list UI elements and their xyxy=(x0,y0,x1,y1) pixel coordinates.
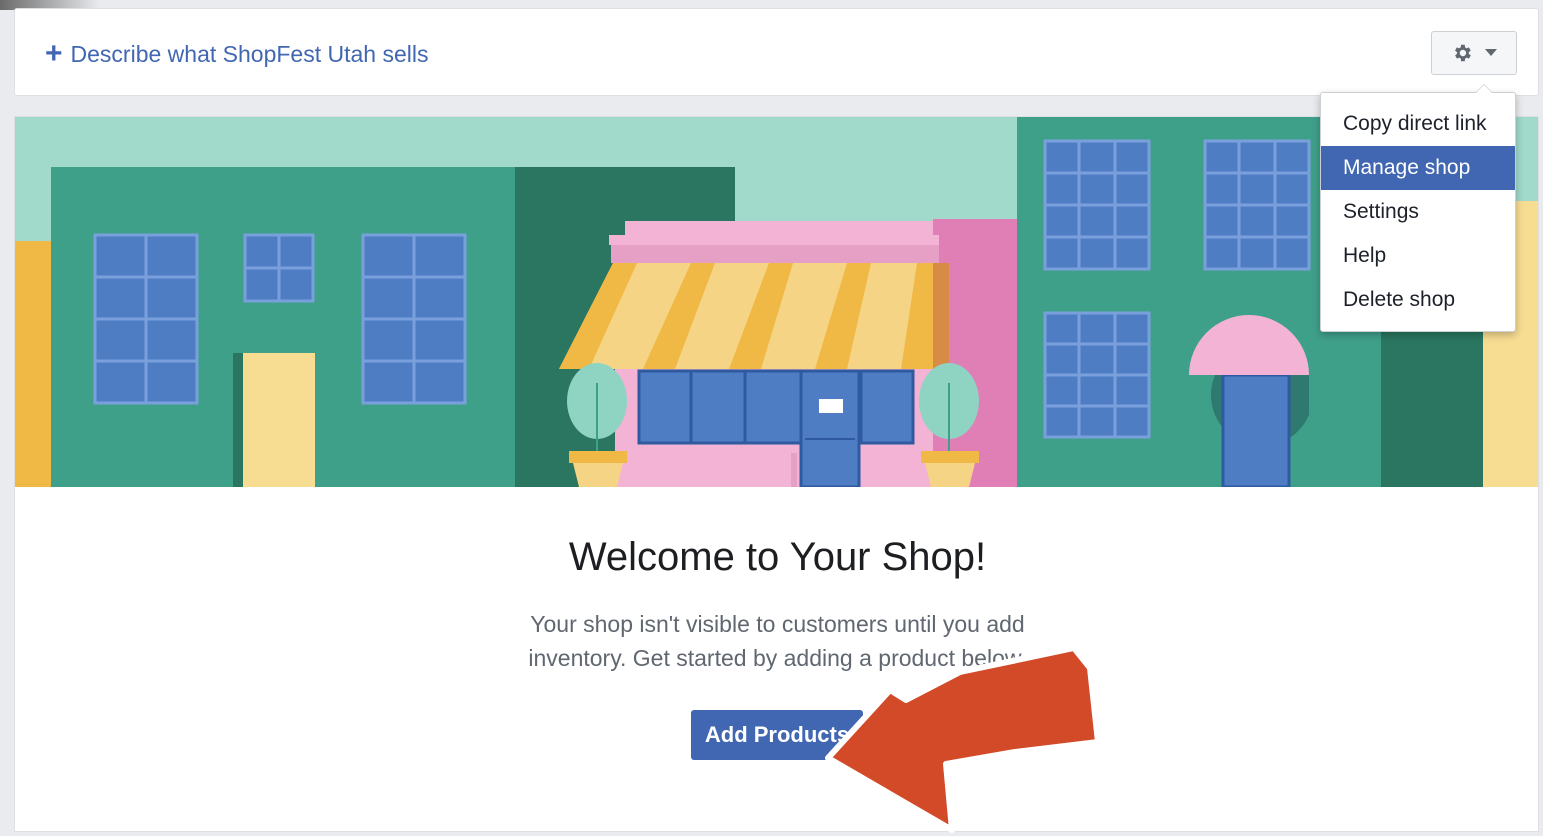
shop-main-card: Welcome to Your Shop! Your shop isn't vi… xyxy=(14,116,1539,832)
description-line-2: inventory. Get started by adding a produ… xyxy=(528,645,1027,671)
welcome-title: Welcome to Your Shop! xyxy=(568,535,987,579)
add-products-button[interactable]: Add Products xyxy=(691,710,863,760)
description-line-1: Your shop isn't visible to customers unt… xyxy=(530,611,1025,637)
describe-shop-link[interactable]: + Describe what ShopFest Utah sells xyxy=(45,39,428,69)
dropdown-pointer xyxy=(1475,84,1493,93)
settings-gear-button[interactable] xyxy=(1431,31,1517,75)
menu-item-manage-shop[interactable]: Manage shop xyxy=(1321,146,1515,190)
caret-down-icon xyxy=(1485,49,1497,56)
plus-icon: + xyxy=(45,37,63,70)
menu-item-help[interactable]: Help xyxy=(1321,234,1515,278)
storefront-illustration xyxy=(15,117,1538,487)
settings-dropdown-menu: Copy direct link Manage shop Settings He… xyxy=(1320,84,1516,332)
shop-header-bar: + Describe what ShopFest Utah sells xyxy=(14,8,1539,96)
menu-item-copy-direct-link[interactable]: Copy direct link xyxy=(1321,102,1515,146)
shop-description: Your shop isn't visible to customers unt… xyxy=(15,607,1538,675)
menu-item-delete-shop[interactable]: Delete shop xyxy=(1321,278,1515,322)
describe-shop-label: Describe what ShopFest Utah sells xyxy=(70,40,429,67)
gear-icon xyxy=(1455,44,1471,62)
menu-item-settings[interactable]: Settings xyxy=(1321,190,1515,234)
